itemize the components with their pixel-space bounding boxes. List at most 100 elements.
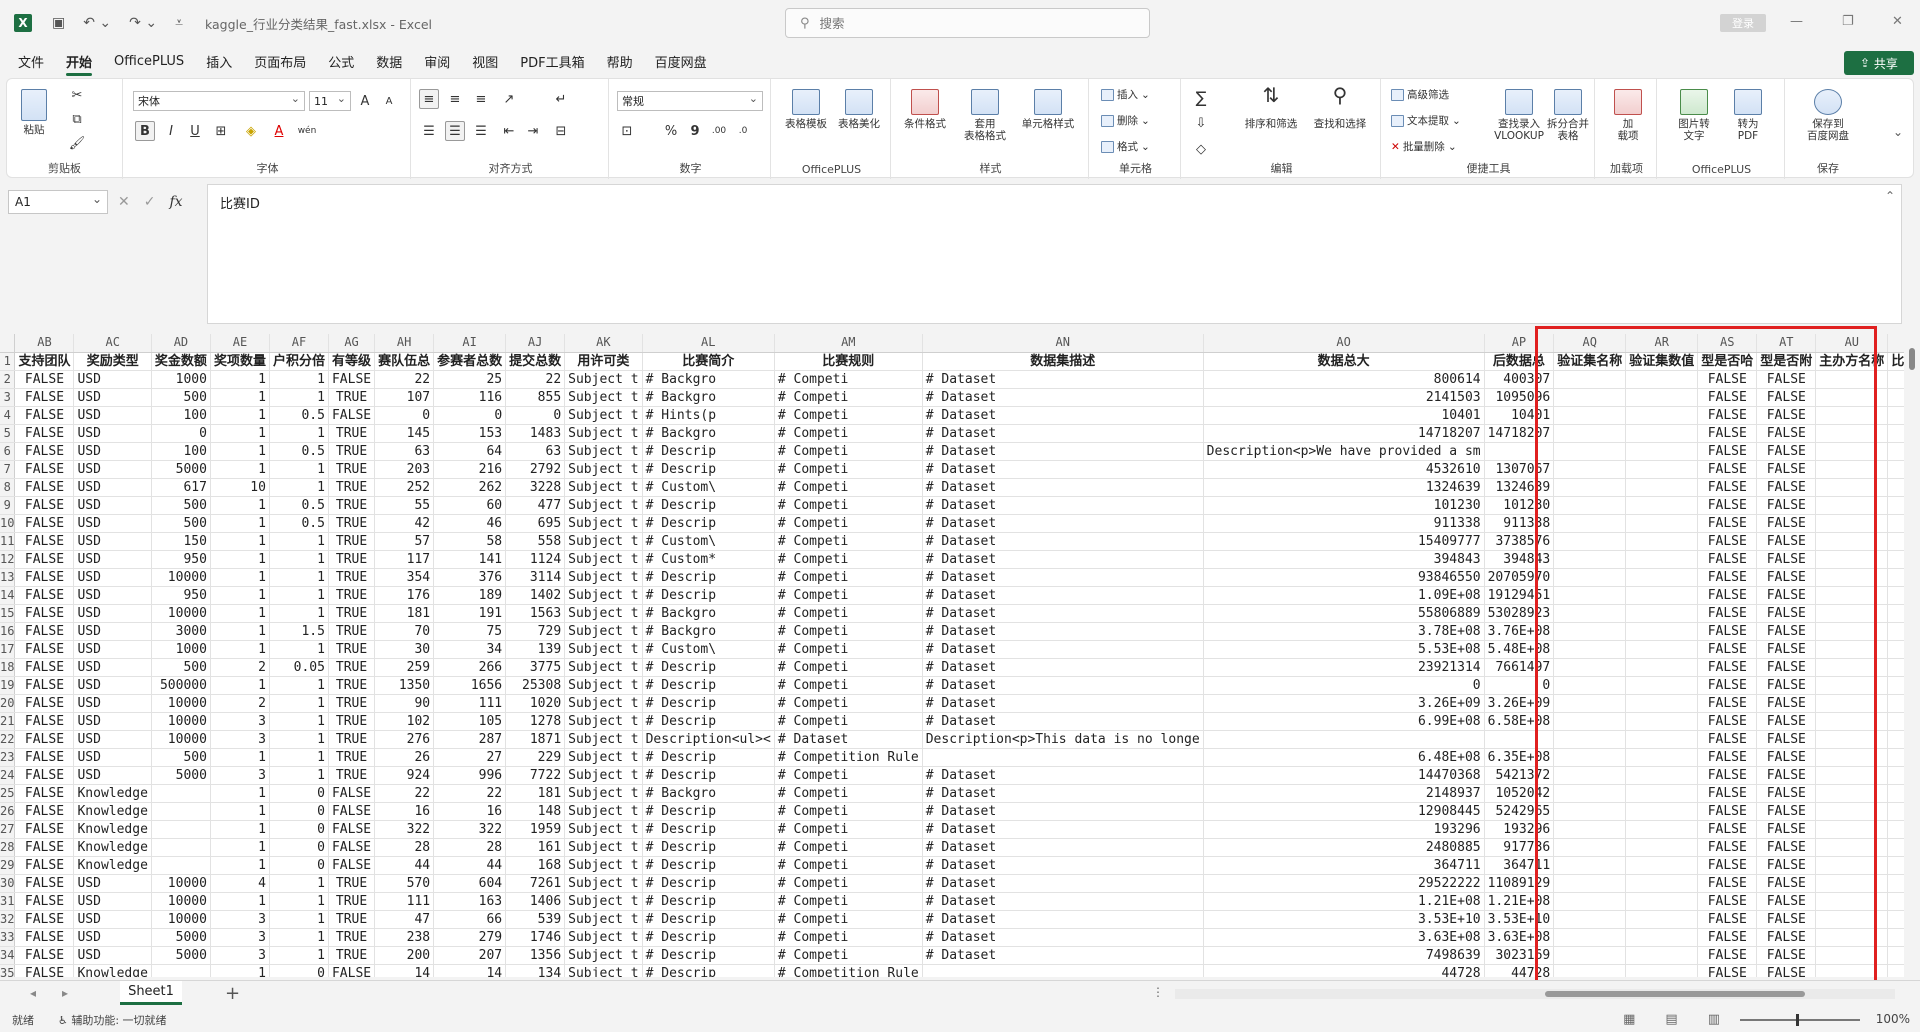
cell[interactable]: 1: [269, 586, 329, 605]
cell[interactable]: 1: [210, 460, 270, 479]
cell[interactable]: [1553, 820, 1627, 839]
cell[interactable]: FALSE: [14, 514, 75, 533]
cell[interactable]: Subject t: [564, 460, 643, 479]
cell[interactable]: [1625, 730, 1699, 749]
cell[interactable]: 400307: [1484, 370, 1555, 389]
cell[interactable]: 193296: [1484, 820, 1555, 839]
cell[interactable]: # Competi: [774, 802, 923, 821]
cell[interactable]: FALSE: [1756, 586, 1817, 605]
cell[interactable]: USD: [73, 640, 152, 659]
cell[interactable]: [1815, 388, 1889, 407]
cell[interactable]: FALSE: [1756, 892, 1817, 911]
cell[interactable]: # Competi: [774, 478, 923, 497]
cell[interactable]: TRUE: [328, 442, 376, 461]
vertical-scroll-thumb[interactable]: [1909, 348, 1915, 370]
cell[interactable]: 617: [151, 478, 211, 497]
cell[interactable]: 176: [374, 586, 435, 605]
cell[interactable]: 1: [210, 748, 270, 767]
cell[interactable]: 58: [433, 532, 507, 551]
cell[interactable]: # Dataset: [922, 550, 1204, 569]
cell[interactable]: # Dataset: [922, 388, 1204, 407]
header-cell[interactable]: 数据集描述: [922, 352, 1204, 371]
cell[interactable]: 238: [374, 928, 435, 947]
cell[interactable]: [1815, 442, 1889, 461]
collapse-formula-bar-icon[interactable]: ⌃: [1885, 189, 1895, 203]
cell[interactable]: 22: [374, 784, 435, 803]
format-painter-icon[interactable]: 🖌: [67, 133, 87, 153]
cell[interactable]: [1553, 478, 1627, 497]
cell[interactable]: USD: [73, 892, 152, 911]
row-header[interactable]: 8: [0, 478, 16, 497]
paste-button[interactable]: 粘贴: [21, 89, 47, 136]
cell[interactable]: 1: [210, 406, 270, 425]
cell[interactable]: 3: [210, 712, 270, 731]
cell[interactable]: 500: [151, 658, 211, 677]
cell[interactable]: # Dataset: [922, 892, 1204, 911]
cell[interactable]: 1: [210, 856, 270, 875]
cell[interactable]: 500: [151, 748, 211, 767]
cell[interactable]: # Descrip: [642, 910, 775, 929]
cell[interactable]: 0: [374, 406, 435, 425]
cell[interactable]: 570: [374, 874, 435, 893]
comma-button[interactable]: 9: [685, 121, 705, 141]
cell[interactable]: 0: [151, 424, 211, 443]
cell[interactable]: # Descrip: [642, 586, 775, 605]
cell[interactable]: 1959: [505, 820, 566, 839]
cell[interactable]: # Competi: [774, 784, 923, 803]
cell[interactable]: FALSE: [14, 820, 75, 839]
cell[interactable]: Subject t: [564, 478, 643, 497]
cell[interactable]: # Dataset: [922, 928, 1204, 947]
cell[interactable]: FALSE: [14, 496, 75, 515]
cell[interactable]: 800614: [1203, 370, 1485, 389]
cell[interactable]: [1815, 712, 1889, 731]
cell[interactable]: FALSE: [14, 694, 75, 713]
cell[interactable]: [1553, 586, 1627, 605]
cell[interactable]: 558: [505, 532, 566, 551]
cell[interactable]: USD: [73, 712, 152, 731]
cell[interactable]: Subject t: [564, 406, 643, 425]
column-header[interactable]: AD: [151, 334, 211, 353]
cell[interactable]: # Dataset: [922, 622, 1204, 641]
cell[interactable]: 3.26E+09: [1484, 694, 1555, 713]
cell[interactable]: [1553, 910, 1627, 929]
cell[interactable]: 1: [210, 514, 270, 533]
tab-baidu-netdisk[interactable]: 百度网盘: [655, 48, 707, 75]
normal-view-icon[interactable]: ▦: [1623, 1012, 1635, 1027]
cell[interactable]: Subject t: [564, 874, 643, 893]
cell[interactable]: 1: [210, 442, 270, 461]
cell[interactable]: 1: [269, 946, 329, 965]
row-header[interactable]: 13: [0, 568, 16, 587]
cell[interactable]: [1815, 424, 1889, 443]
cut-icon[interactable]: ✂: [67, 85, 87, 105]
cell[interactable]: USD: [73, 550, 152, 569]
column-header[interactable]: AF: [269, 334, 329, 353]
cell[interactable]: # Dataset: [922, 514, 1204, 533]
row-header[interactable]: 28: [0, 838, 16, 857]
number-format-select[interactable]: 常规: [617, 91, 763, 111]
header-cell[interactable]: 比赛规则: [774, 352, 923, 371]
tab-review[interactable]: 审阅: [424, 48, 450, 75]
cell[interactable]: 10000: [151, 730, 211, 749]
search-box[interactable]: ⚲: [785, 8, 1150, 38]
cell[interactable]: 46: [433, 514, 507, 533]
minimize-icon[interactable]: —: [1790, 14, 1803, 29]
save-to-baidu-button[interactable]: 保存到 百度网盘: [1795, 89, 1861, 142]
cell[interactable]: 924: [374, 766, 435, 785]
text-extract-button[interactable]: 文本提取 ⌄: [1391, 113, 1461, 128]
cell[interactable]: Subject t: [564, 586, 643, 605]
cell[interactable]: [1553, 694, 1627, 713]
redo-icon[interactable]: ↷ ⌄: [129, 15, 157, 31]
cell[interactable]: FALSE: [1697, 874, 1758, 893]
cell[interactable]: [1625, 478, 1699, 497]
cell[interactable]: 57: [374, 532, 435, 551]
cell[interactable]: FALSE: [14, 964, 75, 977]
cell[interactable]: 1.5: [269, 622, 329, 641]
cell[interactable]: FALSE: [1756, 856, 1817, 875]
cell[interactable]: 163: [433, 892, 507, 911]
cell[interactable]: FALSE: [1697, 892, 1758, 911]
cell[interactable]: 7661497: [1484, 658, 1555, 677]
cell[interactable]: USD: [73, 406, 152, 425]
cell[interactable]: 60: [433, 496, 507, 515]
cell[interactable]: [1625, 424, 1699, 443]
row-header[interactable]: 1: [0, 352, 16, 371]
